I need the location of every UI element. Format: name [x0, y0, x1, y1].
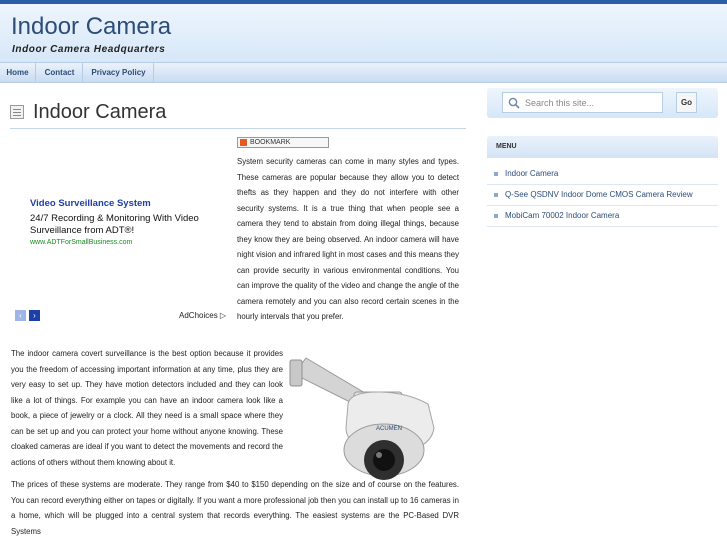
title-divider [10, 128, 466, 129]
sidebar-menu: Indoor Camera Q-See QSDNV Indoor Dome CM… [487, 164, 718, 227]
post-paragraph-2: The indoor camera covert surveillance is… [11, 349, 283, 467]
sidebar-item-label: Q-See QSDNV Indoor Dome CMOS Camera Revi… [505, 190, 693, 199]
camera-image: ACUMEN [289, 357, 435, 480]
bullet-icon [494, 172, 498, 176]
ad-choices-link[interactable]: AdChoices ▷ [179, 311, 226, 320]
ad-headline-link[interactable]: Video Surveillance System [30, 198, 151, 209]
nav-item-home[interactable]: Home [0, 63, 36, 83]
bookmark-button[interactable]: BOOKMARK [237, 137, 329, 148]
bullet-icon [494, 214, 498, 218]
sidebar-item-label: MobiCam 70002 Indoor Camera [505, 211, 620, 220]
bullet-icon [494, 193, 498, 197]
search-icon [508, 97, 520, 109]
ad-choices-icon: ▷ [219, 311, 227, 320]
nav-item-contact[interactable]: Contact [37, 63, 83, 83]
ad-choices-label: AdChoices [179, 311, 218, 320]
main-nav: Home Contact Privacy Policy [0, 62, 727, 83]
menu-heading: MENU [487, 136, 718, 158]
search-input[interactable] [525, 95, 659, 111]
ad-next-icon[interactable]: › [29, 310, 40, 321]
post-paragraph-1: System security cameras can come in many… [237, 157, 459, 321]
ad-prev-icon[interactable]: ‹ [15, 310, 26, 321]
sidebar-item-indoor-camera[interactable]: Indoor Camera [487, 164, 718, 185]
sidebar-item-mobicam[interactable]: MobiCam 70002 Indoor Camera [487, 206, 718, 227]
search-go-button[interactable]: Go [676, 92, 697, 113]
search-box [502, 92, 663, 113]
site-title[interactable]: Indoor Camera [11, 13, 171, 41]
site-description: Indoor Camera Headquarters [12, 44, 166, 55]
ad-url-link[interactable]: www.ADTForSmallBusiness.com [30, 239, 132, 246]
sidebar-item-label: Indoor Camera [505, 169, 559, 178]
camera-brand-label: ACUMEN [376, 426, 402, 432]
sidebar-item-qsee-review[interactable]: Q-See QSDNV Indoor Dome CMOS Camera Revi… [487, 185, 718, 206]
search-widget: Go [487, 88, 718, 118]
site-header: Indoor Camera Indoor Camera Headquarters [0, 4, 727, 62]
nav-item-privacy-policy[interactable]: Privacy Policy [84, 63, 154, 83]
ad-text[interactable]: 24/7 Recording & Monitoring With Video S… [30, 213, 220, 237]
post-page-icon [10, 105, 24, 119]
post-title: Indoor Camera [33, 101, 167, 123]
post-paragraph-3: The prices of these systems are moderate… [11, 480, 459, 536]
